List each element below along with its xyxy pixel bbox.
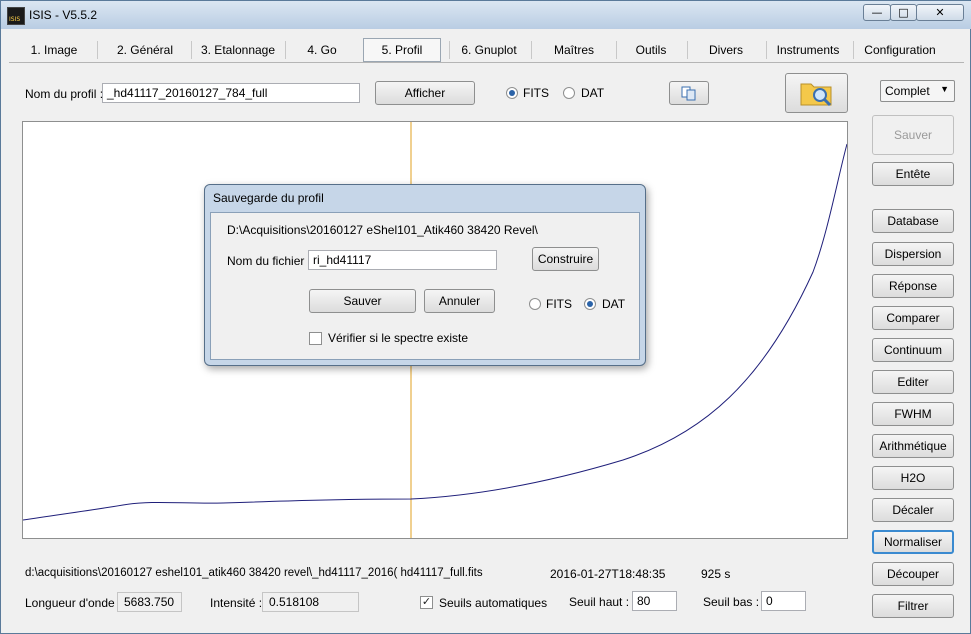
dialog-fits-radio[interactable] [529,298,541,310]
fits-radio-label: FITS [523,86,549,100]
wavelength-value: 5683.750 [117,592,182,612]
auto-thresholds-label: Seuils automatiques [439,596,548,610]
verify-spectrum-label: Vérifier si le spectre existe [328,331,469,345]
dialog-fits-label: FITS [546,297,572,311]
dialog-save-button[interactable]: Sauver [309,289,416,313]
dialog-body: D:\Acquisitions\20160127 eShel101_Atik46… [210,212,640,360]
low-threshold-label: Seuil bas : [703,595,760,609]
tab-maitres[interactable]: Maîtres [541,39,607,61]
tab-etalonnage[interactable]: 3. Etalonnage [199,39,277,61]
tab-configuration[interactable]: Configuration [861,39,939,61]
minimize-button[interactable]: — [863,4,891,21]
copy-button[interactable] [669,81,709,105]
close-button[interactable]: ✕ [916,4,964,21]
tab-general[interactable]: 2. Général [109,39,181,61]
browse-folder-button[interactable] [785,73,848,113]
dat-radio-label: DAT [581,86,605,100]
tab-image[interactable]: 1. Image [23,39,85,61]
tab-gnuplot[interactable]: 6. Gnuplot [457,39,521,61]
file-path: d:\acquisitions\20160127 eshel101_atik46… [25,567,483,579]
tab-profil[interactable]: 5. Profil [363,38,441,62]
tab-divider [853,41,854,59]
intensity-label: Intensité : [210,596,263,610]
wavelength-label: Longueur d'onde : [25,596,122,610]
chevron-down-icon: ▼ [940,84,949,94]
show-button[interactable]: Afficher [375,81,475,105]
tab-go[interactable]: 4. Go [297,39,347,61]
mode-select[interactable]: Complet ▼ [880,80,955,102]
high-threshold-field[interactable]: 80 [632,591,677,611]
filename-field[interactable]: ri_hd41117 [308,250,497,270]
continuum-button[interactable]: Continuum [872,338,954,362]
high-threshold-label: Seuil haut : [569,595,630,609]
arithmetic-button[interactable]: Arithmétique [872,434,954,458]
maximize-button[interactable]: □ [890,4,917,21]
tab-divider [766,41,767,59]
app-icon: ISIS [7,7,25,25]
title-bar[interactable]: ISIS ISIS - V5.5.2 — □ ✕ [1,1,971,29]
window-title: ISIS - V5.5.2 [29,8,98,22]
tab-divider [531,41,532,59]
low-threshold-field[interactable]: 0 [761,591,806,611]
dialog-path: D:\Acquisitions\20160127 eShel101_Atik46… [227,223,538,237]
exposure-time: 925 s [701,567,731,581]
save-profile-button[interactable]: Sauver [872,115,954,155]
filter-button[interactable]: Filtrer [872,594,954,618]
header-button[interactable]: Entête [872,162,954,186]
save-profile-dialog: Sauvegarde du profil D:\Acquisitions\201… [204,184,646,366]
h2o-button[interactable]: H2O [872,466,954,490]
isis-window: ISIS ISIS - V5.5.2 — □ ✕ 1. Image 2. Gén… [0,0,971,634]
dialog-title: Sauvegarde du profil [213,191,324,205]
edit-button[interactable]: Editer [872,370,954,394]
shift-button[interactable]: Décaler [872,498,954,522]
intensity-value: 0.518108 [262,592,359,612]
tab-outils[interactable]: Outils [623,39,679,61]
mode-select-value: Complet [885,84,930,98]
tab-divers[interactable]: Divers [695,39,757,61]
tab-divider [97,41,98,59]
dat-radio[interactable] [563,87,575,99]
profile-name-label: Nom du profil : [25,87,104,101]
cut-button[interactable]: Découper [872,562,954,586]
acquisition-date: 2016-01-27T18:48:35 [550,567,666,581]
dialog-dat-radio[interactable] [584,298,596,310]
dispersion-button[interactable]: Dispersion [872,242,954,266]
copy-icon [681,86,696,101]
fwhm-button[interactable]: FWHM [872,402,954,426]
compare-button[interactable]: Comparer [872,306,954,330]
fits-radio[interactable] [506,87,518,99]
normalize-button[interactable]: Normaliser [872,530,954,554]
tab-divider [285,41,286,59]
tab-strip-border [9,62,964,63]
filename-label: Nom du fichier : [227,254,312,268]
build-button[interactable]: Construire [532,247,599,271]
database-button[interactable]: Database [872,209,954,233]
verify-spectrum-checkbox[interactable] [309,332,322,345]
dialog-cancel-button[interactable]: Annuler [424,289,495,313]
profile-name-field[interactable]: _hd41117_20160127_784_full [102,83,360,103]
folder-search-icon [800,83,831,107]
response-button[interactable]: Réponse [872,274,954,298]
tab-instruments[interactable]: Instruments [773,39,843,61]
dialog-dat-label: DAT [602,297,626,311]
tab-divider [687,41,688,59]
auto-thresholds-checkbox[interactable]: ✓ [420,596,433,609]
tab-divider [191,41,192,59]
tab-divider [616,41,617,59]
tab-divider [449,41,450,59]
